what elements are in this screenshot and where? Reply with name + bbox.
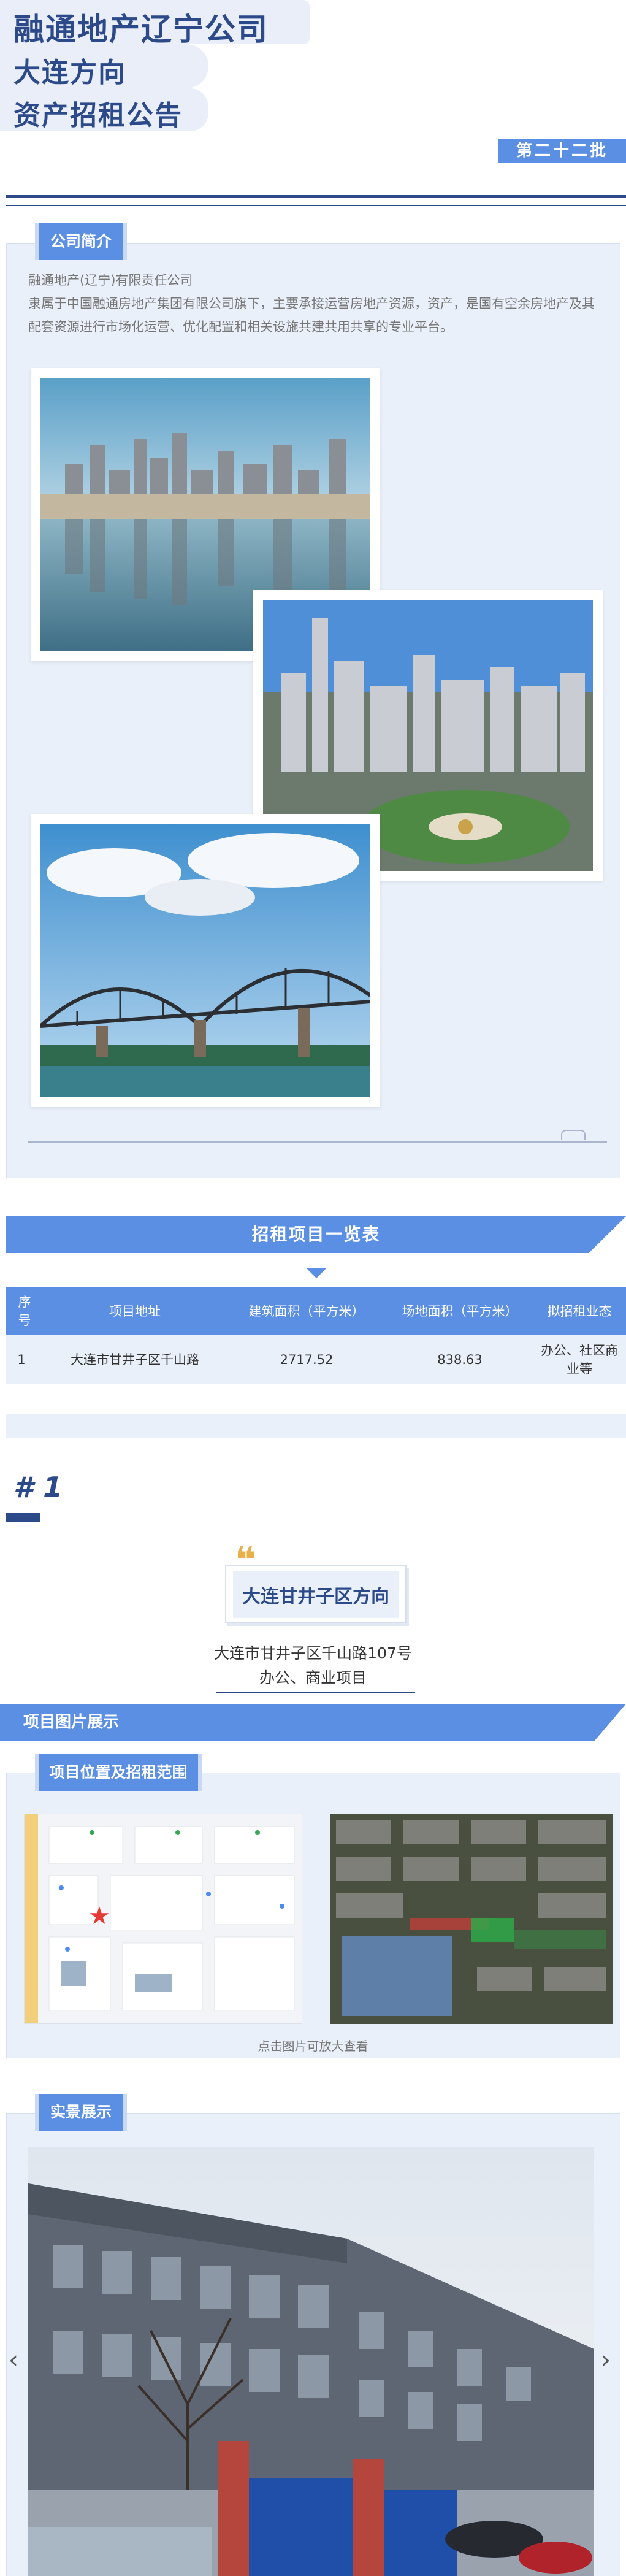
project-number: # 1 (13, 1471, 63, 1504)
caret-down-icon (307, 1268, 326, 1278)
td-index: 1 (17, 1352, 26, 1367)
company-name: 融通地产(辽宁)有限责任公司 (28, 273, 193, 288)
click-to-enlarge-hint: 点击图片可放大查看 (258, 2039, 368, 2053)
batch-badge: 第二十二批 (498, 139, 626, 163)
location-tab-label: 位置及招租范围 (80, 1763, 188, 1781)
street-map-image (25, 1814, 302, 2023)
satellite-image (330, 1814, 613, 2024)
td-building-area: 2717.52 (280, 1352, 334, 1367)
project-images-title: 项目图片展示 (23, 1713, 120, 1731)
chevron-left-icon[interactable]: ‹ (9, 2348, 18, 2372)
project-type: 办公、商业项目 (259, 1669, 367, 1687)
real-photo-carousel[interactable] (28, 2147, 594, 2576)
company-description: 隶属于中国融通房地产集团有限公司旗下，主要承接运营房地产资源，资产，是国有空余房… (28, 296, 595, 334)
intro-divider-hook (561, 1130, 586, 1140)
photo-card-bridge[interactable] (31, 814, 380, 1107)
project-address: 大连市甘井子区千山路107号 (214, 1644, 412, 1662)
header-title-company: 融通地产辽宁公司 (13, 12, 269, 47)
header-divider-thick (6, 195, 626, 198)
th-site-area: 场地面积（平方米） (402, 1304, 518, 1319)
project-underline (216, 1692, 415, 1693)
header-divider-thin (6, 205, 626, 206)
intro-text: 融通地产(辽宁)有限责任公司 隶属于中国融通房地产集团有限公司旗下，主要承接运营… (28, 269, 605, 339)
project-name: 大连甘井子区方向 (233, 1571, 399, 1618)
star-marker-icon: ★ (88, 1902, 110, 1930)
real-photo-tab: 实景展示 (35, 2094, 127, 2131)
table-header: 序号 项目地址 建筑面积（平方米） 场地面积（平方米） 拟招租业态 (6, 1287, 626, 1335)
location-map[interactable]: ★ (24, 1814, 302, 2024)
chevron-right-icon[interactable]: › (601, 2348, 611, 2372)
table-footer (6, 1414, 626, 1438)
th-building-area: 建筑面积（平方米） (248, 1304, 365, 1319)
th-index: 序号 (18, 1295, 31, 1328)
td-address: 大连市甘井子区千山路 (71, 1352, 199, 1367)
header-title-notice: 资产招租公告 (13, 100, 183, 131)
location-tab: 项目位置及招租范围 (35, 1754, 202, 1791)
location-satellite[interactable] (330, 1814, 613, 2024)
location-tab-prefix: 项目 (49, 1763, 80, 1781)
td-site-area: 838.63 (437, 1352, 483, 1367)
header-title-region: 大连方向 (13, 57, 126, 88)
building-photo (28, 2147, 594, 2576)
table-row[interactable]: 1 大连市甘井子区千山路 2717.52 838.63 办公、社区商业等 (6, 1335, 626, 1384)
photo-bridge (40, 824, 370, 1097)
intro-tab: 公司简介 (35, 223, 127, 260)
project-number-bar (6, 1513, 40, 1522)
rental-list-title: 招租项目一览表 (251, 1224, 381, 1244)
td-business-type: 办公、社区商业等 (541, 1343, 618, 1376)
bridge-image (40, 824, 370, 1097)
th-address: 项目地址 (109, 1304, 161, 1319)
th-business-type: 拟招租业态 (547, 1304, 612, 1319)
intro-divider (28, 1141, 607, 1143)
